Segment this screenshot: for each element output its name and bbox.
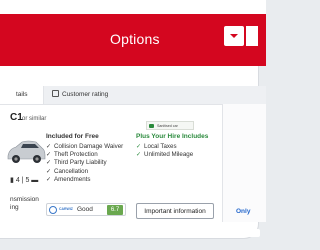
transmission-info: nsmission ing [10,196,39,212]
sanitised-badge: Sanitised car [146,121,194,130]
price-panel [222,104,266,222]
header-secondary-button[interactable] [246,26,258,46]
options-dropdown-button[interactable] [224,26,244,46]
bottom-control[interactable] [248,229,260,237]
included-heading: Included for Free [46,133,99,140]
sanitised-label: Sanitised car [157,124,178,128]
tab-strip [124,86,266,104]
plus-item: Unlimited Mileage [136,151,226,159]
rating-word: Good [77,206,93,213]
tab-rating-label: Customer rating [62,91,109,98]
included-item: Collision Damage Waiver [46,143,136,151]
car-similar: or similar [22,116,47,122]
page-title: Options [110,31,160,47]
car-specs: ▮ 4 | 5 ▬ [10,176,38,184]
rating-icon [52,90,59,97]
rating-score: 6.7 [107,205,123,215]
tab-customer-rating[interactable]: Customer rating [44,86,124,104]
plus-heading: Plus Your Hire Includes [136,133,209,140]
included-item: Cancellation [46,168,136,176]
price-panel-text: Only [236,208,251,215]
car-name: C1 [10,112,23,123]
bag-icon: ▬ [31,177,39,184]
bags-count: 5 [25,177,30,184]
included-item: Amendments [46,176,136,184]
important-information-button[interactable]: Important information [136,203,214,219]
caret-down-icon [230,34,238,38]
included-item: Third Party Liability [46,159,136,167]
car-image [7,140,46,163]
plus-list: Local Taxes Unlimited Mileage [136,143,226,160]
top-bar [0,0,266,14]
included-list: Collision Damage Waiver Theft Protection… [46,143,136,184]
transmission-line: ing [10,204,19,211]
plus-item: Local Taxes [136,143,226,151]
car-model: C1 [10,112,23,123]
seats-count: 4 [15,177,20,184]
tab-details-label: tails [16,91,28,98]
transmission-line: nsmission [10,196,39,203]
carwiz-logo-icon [49,206,57,214]
shield-icon [149,124,154,128]
included-item: Theft Protection [46,151,136,159]
rating-brand: CARWIZ [59,207,73,211]
tab-details[interactable]: tails [0,86,44,104]
seats-icon: ▮ [10,177,14,184]
rating-box[interactable]: CARWIZ Good 6.7 [46,203,126,216]
